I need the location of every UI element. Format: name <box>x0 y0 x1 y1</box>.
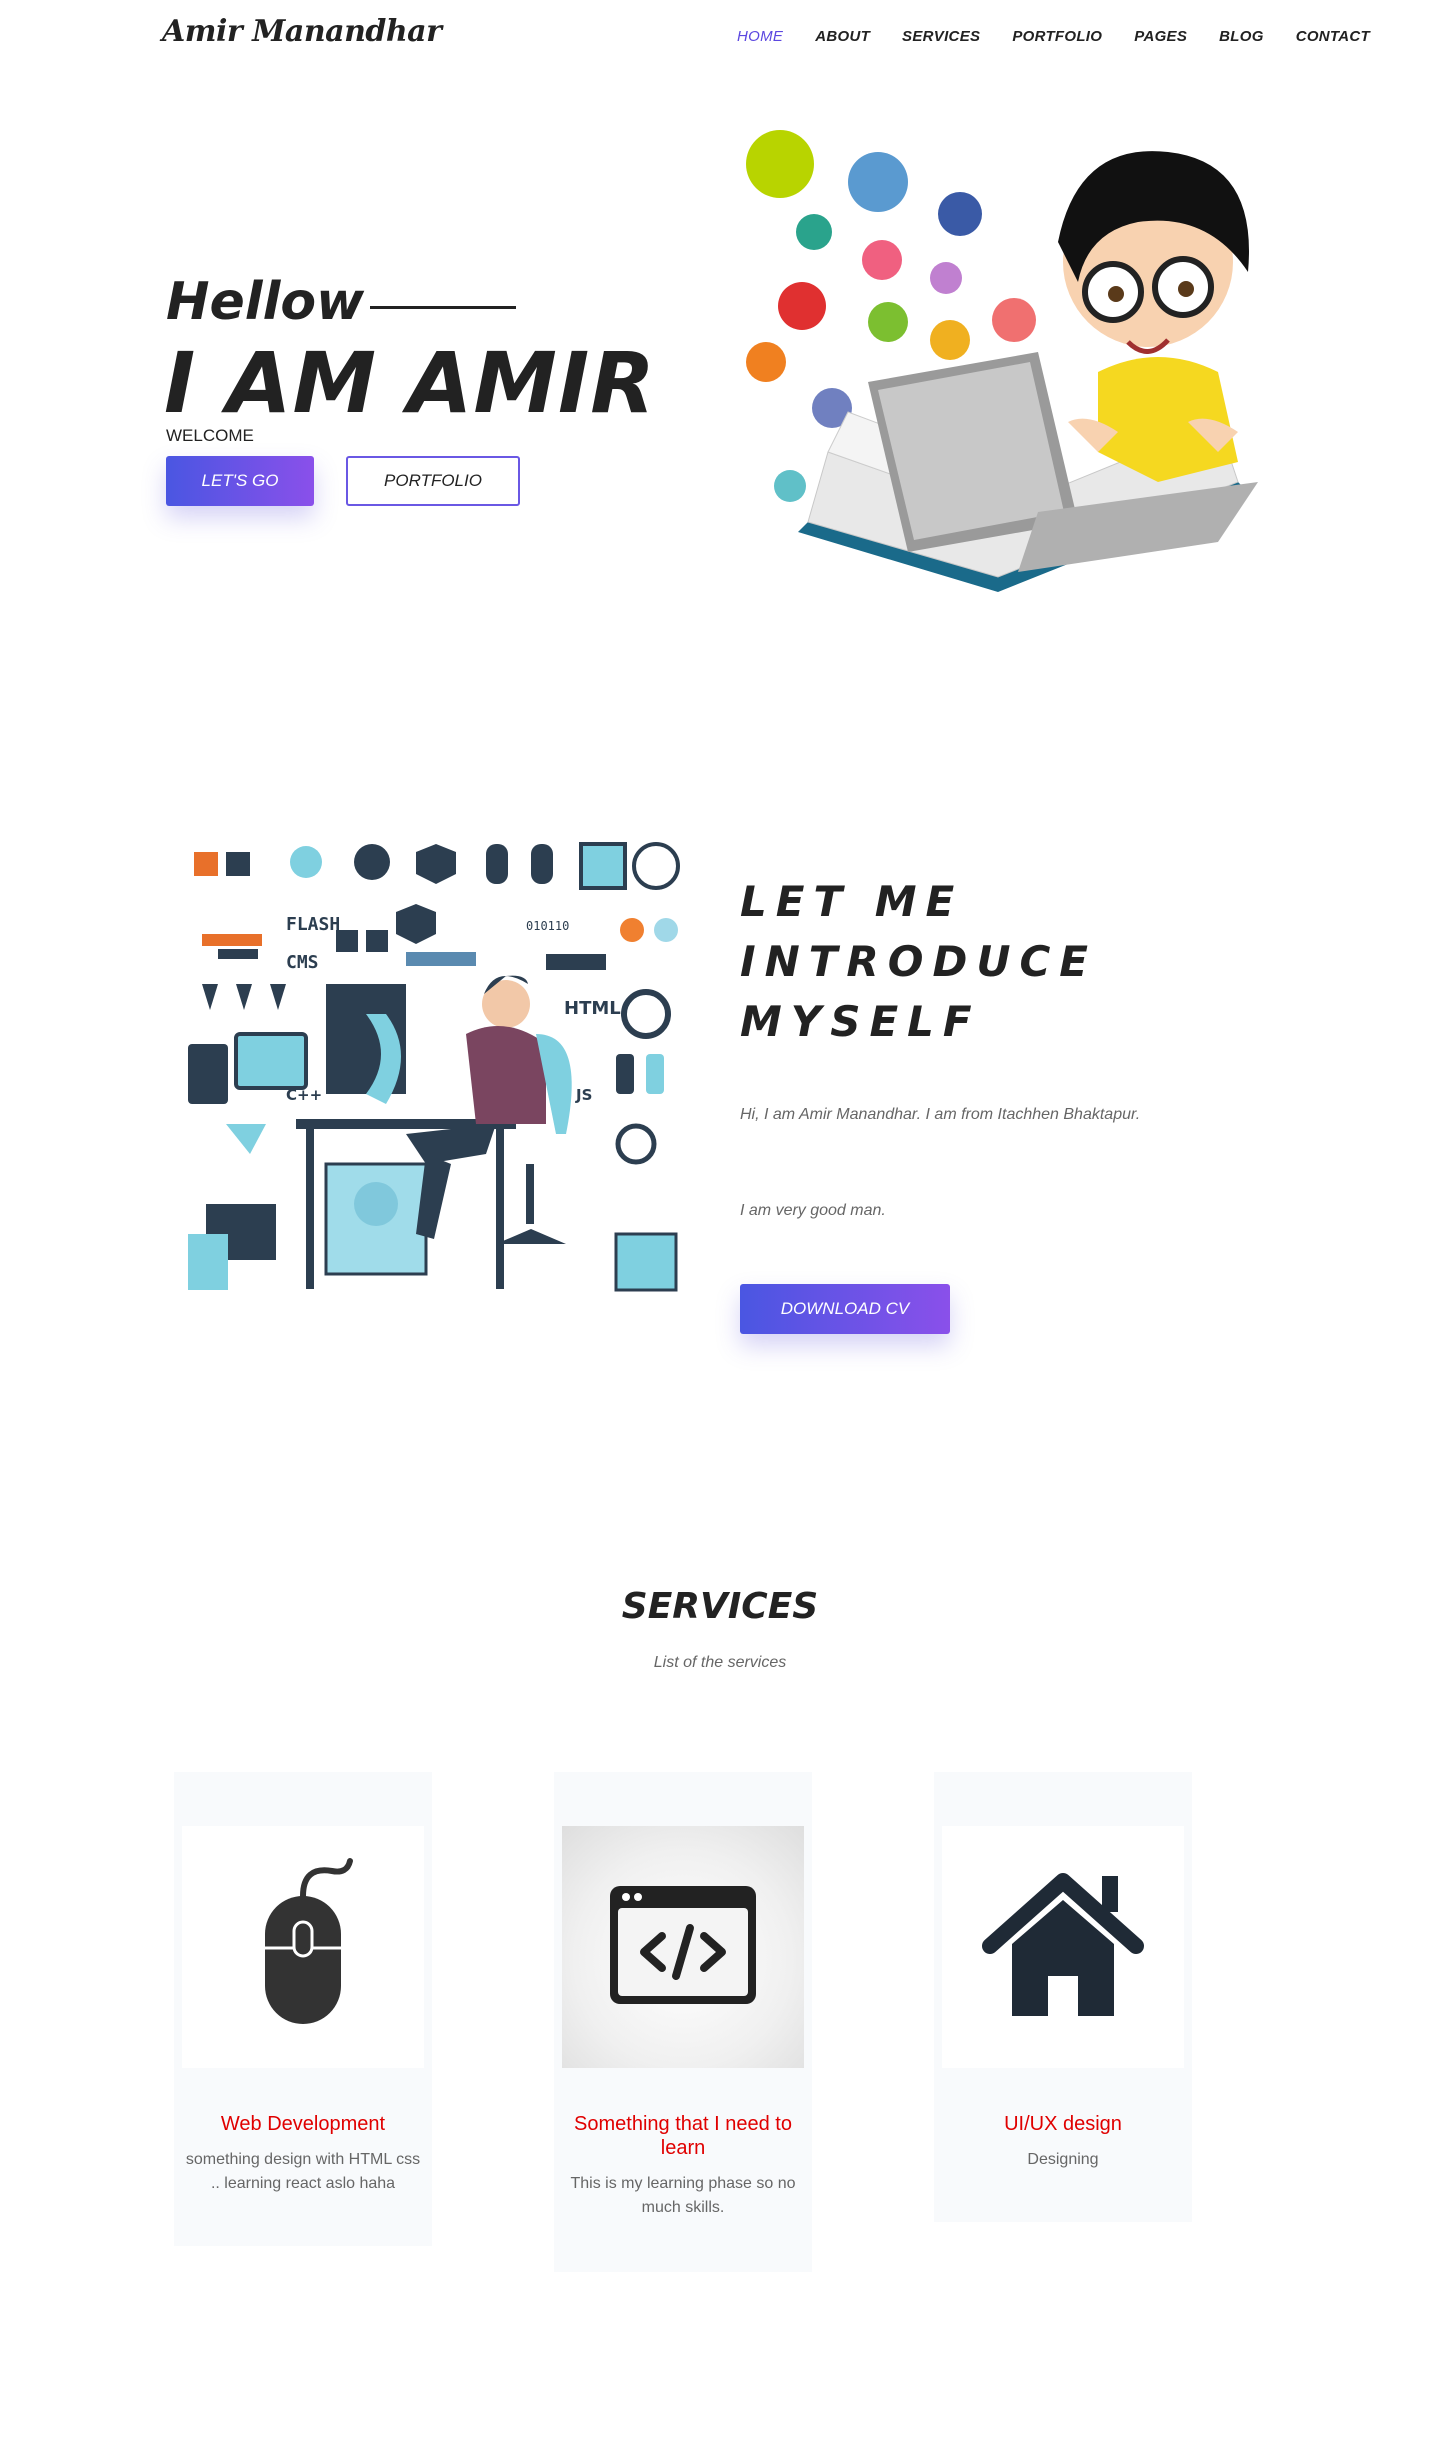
hero-title: I AM AMIR <box>164 334 656 432</box>
service-image <box>942 1826 1184 2068</box>
service-card-learning[interactable]: Something that I need to learn This is m… <box>554 1772 812 2272</box>
boy-with-laptop-illustration <box>746 130 1258 592</box>
about-heading-line-3: MYSELF <box>740 997 981 1046</box>
about-heading-line-1: LET ME <box>740 877 964 926</box>
service-description: This is my learning phase so no much ski… <box>570 2175 796 2216</box>
about-heading: LET ME INTRODUCE MYSELF <box>740 872 1097 1052</box>
nav-contact[interactable]: CONTACT <box>1296 28 1370 45</box>
site-logo[interactable]: Amir Manandhar <box>162 14 442 49</box>
service-image <box>562 1826 804 2068</box>
services-heading: SERVICES <box>621 1586 819 1627</box>
nav-blog[interactable]: BLOG <box>1219 28 1264 45</box>
service-card-web-development[interactable]: Web Development something design with HT… <box>174 1772 432 2246</box>
about-heading-line-2: INTRODUCE <box>740 937 1097 986</box>
about-extra-text: I am very good man. <box>740 1202 886 1219</box>
house-icon <box>982 1873 1144 2016</box>
nav-home[interactable]: HOME <box>737 28 783 45</box>
svg-text:FLASH: FLASH <box>286 914 340 935</box>
service-title: UI/UX design <box>1004 2113 1122 2135</box>
download-cv-button[interactable]: DOWNLOAD CV <box>740 1284 950 1334</box>
service-title: Web Development <box>220 2113 386 2135</box>
nav-about[interactable]: ABOUT <box>815 28 870 45</box>
hero-welcome-text: WELCOME <box>166 426 254 445</box>
nav-portfolio[interactable]: PORTFOLIO <box>1012 28 1102 45</box>
nav-services[interactable]: SERVICES <box>902 28 980 45</box>
service-image <box>182 1826 424 2068</box>
service-description: Designing <box>1027 2151 1099 2168</box>
nav-pages[interactable]: PAGES <box>1134 28 1187 45</box>
mouse-icon <box>265 1858 353 2024</box>
svg-text:CMS: CMS <box>286 952 319 973</box>
lets-go-button[interactable]: LET'S GO <box>166 456 314 506</box>
service-card-uiux-design[interactable]: UI/UX design Designing <box>934 1772 1192 2222</box>
main-menu: HOME ABOUT SERVICES PORTFOLIO PAGES BLOG… <box>705 28 1370 45</box>
hero-divider <box>370 306 516 309</box>
svg-text:C++: C++ <box>286 1086 322 1104</box>
portfolio-button[interactable]: PORTFOLIO <box>346 456 520 506</box>
svg-text:JS: JS <box>575 1086 592 1104</box>
service-title: Something that I need to learn <box>574 2113 792 2159</box>
developer-at-desk-illustration: FLASH CMS HTML C++ JS 010110 <box>166 834 696 1314</box>
navbar: Amir Manandhar HOME ABOUT SERVICES PORTF… <box>0 0 1440 76</box>
services-subtitle: List of the services <box>653 1654 787 1671</box>
svg-text:HTML: HTML <box>564 998 621 1019</box>
hero-greeting: Hellow <box>166 272 365 332</box>
service-description: something design with HTML css .. learni… <box>185 2151 421 2192</box>
svg-text:010110: 010110 <box>526 919 569 933</box>
about-intro-text: Hi, I am Amir Manandhar. I am from Itach… <box>740 1106 1141 1123</box>
code-window-icon <box>610 1886 756 2004</box>
